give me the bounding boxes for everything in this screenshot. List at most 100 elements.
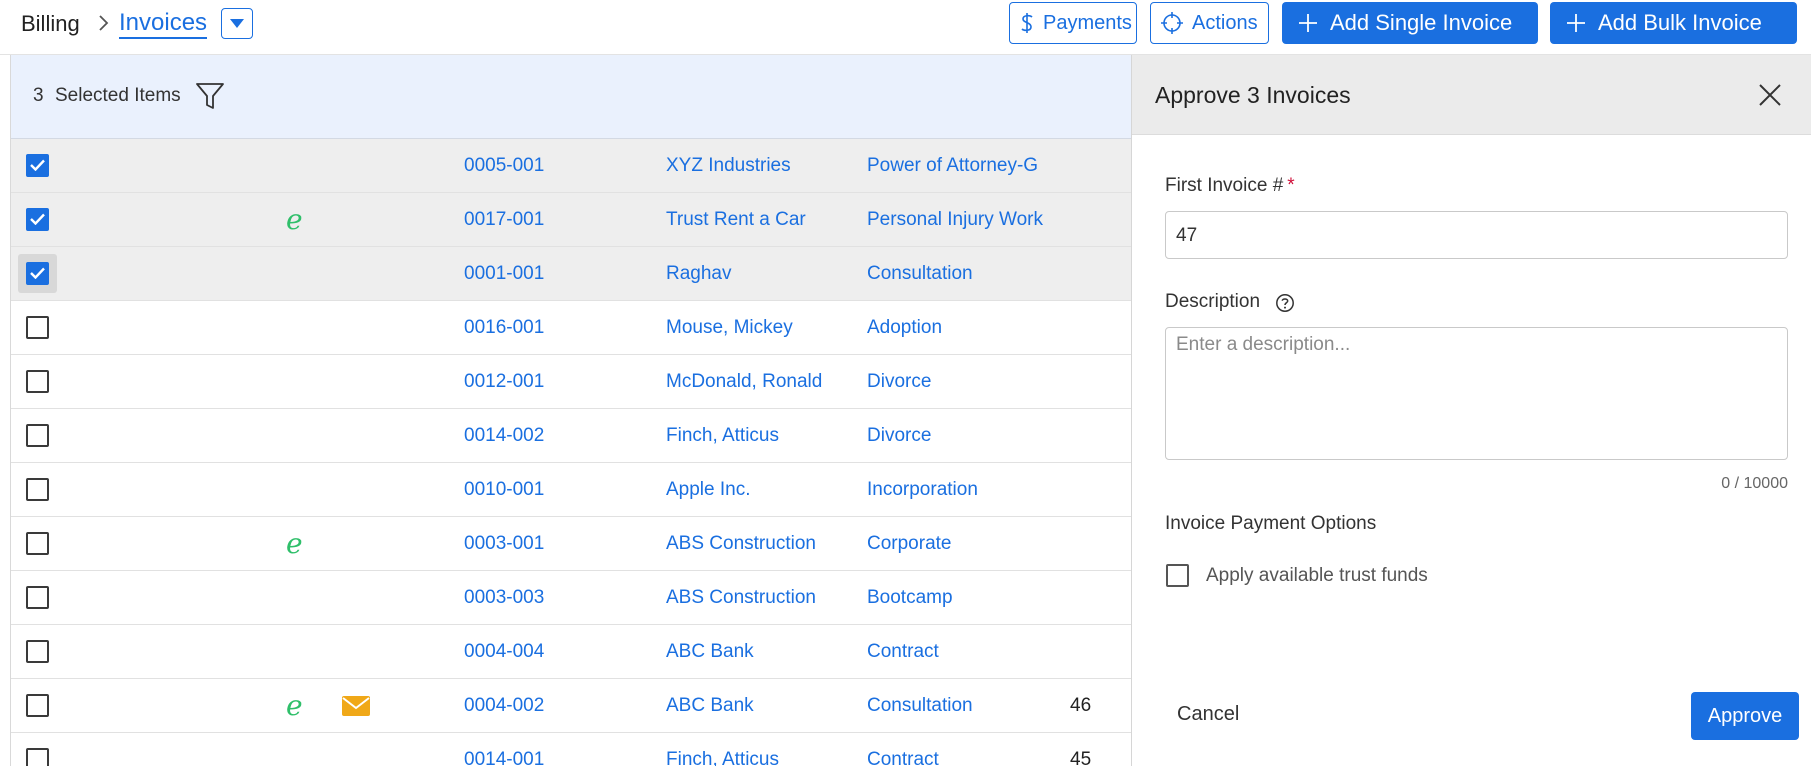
client-name-link[interactable]: Finch, Atticus bbox=[666, 749, 856, 766]
matter-name-link[interactable]: Divorce bbox=[867, 371, 1057, 393]
table-row[interactable]: 0003-003 ABS Construction Bootcamp bbox=[11, 571, 1132, 625]
row-checkbox[interactable] bbox=[26, 694, 49, 717]
matter-name-link[interactable]: Adoption bbox=[867, 317, 1057, 339]
row-checkbox[interactable] bbox=[26, 262, 49, 285]
row-checkbox[interactable] bbox=[26, 586, 49, 609]
table-row[interactable]: 0005-001 XYZ Industries Power of Attorney-… bbox=[11, 139, 1132, 193]
check-icon bbox=[30, 159, 45, 171]
client-name-link[interactable]: Trust Rent a Car bbox=[666, 209, 856, 231]
client-name-link[interactable]: ABC Bank bbox=[666, 695, 856, 717]
first-invoice-input[interactable]: 47 bbox=[1165, 211, 1788, 259]
invoice-number-link[interactable]: 0017-001 bbox=[464, 209, 644, 231]
e-billing-icon: e bbox=[286, 689, 303, 722]
client-name-link[interactable]: Apple Inc. bbox=[666, 479, 856, 501]
invoice-number-link[interactable]: 0004-004 bbox=[464, 641, 644, 663]
matter-name-link[interactable]: Consultation bbox=[867, 263, 1057, 285]
add-bulk-invoice-label: Add Bulk Invoice bbox=[1598, 10, 1762, 35]
matter-name-link[interactable]: Power of Attorney-G bbox=[867, 155, 1057, 177]
cancel-button[interactable]: Cancel bbox=[1177, 703, 1239, 726]
table-row[interactable]: e 0004-002 ABC Bank Consultation 46 bbox=[11, 679, 1132, 733]
filter-icon[interactable] bbox=[195, 81, 225, 111]
plus-icon bbox=[1567, 14, 1585, 32]
client-name-link[interactable]: ABS Construction bbox=[666, 587, 856, 609]
invoice-amount: 45 bbox=[1070, 749, 1092, 766]
payment-options-label: Invoice Payment Options bbox=[1165, 513, 1377, 534]
top-bar: Billing Invoices Payments Actions Add Si… bbox=[0, 0, 1811, 55]
invoice-number-link[interactable]: 0003-001 bbox=[464, 533, 644, 555]
apply-trust-funds-checkbox[interactable] bbox=[1166, 564, 1189, 587]
dollar-icon bbox=[1021, 13, 1033, 33]
required-mark: * bbox=[1287, 175, 1295, 196]
matter-name-link[interactable]: Incorporation bbox=[867, 479, 1057, 501]
row-checkbox[interactable] bbox=[26, 316, 49, 339]
apply-trust-funds-label[interactable]: Apply available trust funds bbox=[1206, 565, 1428, 587]
matter-name-link[interactable]: Divorce bbox=[867, 425, 1057, 447]
row-checkbox[interactable] bbox=[26, 748, 49, 766]
payments-button[interactable]: Payments bbox=[1009, 2, 1137, 44]
table-row[interactable]: 0012-001 McDonald, Ronald Divorce bbox=[11, 355, 1132, 409]
invoice-number-link[interactable]: 0005-001 bbox=[464, 155, 644, 177]
description-textarea[interactable]: Enter a description... bbox=[1165, 327, 1788, 460]
invoice-amount: 46 bbox=[1070, 695, 1092, 716]
table-row[interactable]: e 0003-001 ABS Construction Corporate bbox=[11, 517, 1132, 571]
table-row[interactable]: 0004-004 ABC Bank Contract bbox=[11, 625, 1132, 679]
invoice-rows: 0005-001 XYZ Industries Power of Attorney-… bbox=[11, 139, 1132, 766]
add-single-invoice-label: Add Single Invoice bbox=[1330, 10, 1513, 35]
client-name-link[interactable]: McDonald, Ronald bbox=[666, 371, 856, 393]
client-name-link[interactable]: Finch, Atticus bbox=[666, 425, 856, 447]
table-row[interactable]: 0014-001 Finch, Atticus Contract 45 bbox=[11, 733, 1132, 766]
client-name-link[interactable]: ABS Construction bbox=[666, 533, 856, 555]
actions-label: Actions bbox=[1192, 11, 1258, 34]
client-name-link[interactable]: ABC Bank bbox=[666, 641, 856, 663]
invoice-list: 3 Selected Items 0005-001 XYZ Industries P… bbox=[10, 55, 1132, 766]
panel-header: Approve 3 Invoices bbox=[1132, 55, 1811, 135]
row-checkbox[interactable] bbox=[26, 478, 49, 501]
invoice-number-link[interactable]: 0012-001 bbox=[464, 371, 644, 393]
e-billing-icon: e bbox=[286, 203, 303, 236]
invoice-number-link[interactable]: 0010-001 bbox=[464, 479, 644, 501]
row-checkbox[interactable] bbox=[26, 208, 49, 231]
table-row[interactable]: 0014-002 Finch, Atticus Divorce bbox=[11, 409, 1132, 463]
invoice-number-link[interactable]: 0001-001 bbox=[464, 263, 644, 285]
row-checkbox[interactable] bbox=[26, 154, 49, 177]
add-single-invoice-button[interactable]: Add Single Invoice bbox=[1282, 2, 1538, 44]
matter-name-link[interactable]: Corporate bbox=[867, 533, 1057, 555]
table-row[interactable]: 0010-001 Apple Inc. Incorporation bbox=[11, 463, 1132, 517]
matter-name-link[interactable]: Consultation bbox=[867, 695, 1057, 717]
row-checkbox[interactable] bbox=[26, 532, 49, 555]
chevron-right-icon bbox=[99, 15, 109, 31]
add-bulk-invoice-button[interactable]: Add Bulk Invoice bbox=[1550, 2, 1797, 44]
table-row[interactable]: 0016-001 Mouse, Mickey Adoption bbox=[11, 301, 1132, 355]
breadcrumb-dropdown-button[interactable] bbox=[221, 8, 253, 39]
table-row[interactable]: 0001-001 Raghav Consultation bbox=[11, 247, 1132, 301]
envelope-icon bbox=[342, 696, 370, 721]
client-name-link[interactable]: Mouse, Mickey bbox=[666, 317, 856, 339]
matter-name-link[interactable]: Contract bbox=[867, 641, 1057, 663]
invoice-number-link[interactable]: 0014-002 bbox=[464, 425, 644, 447]
check-icon bbox=[30, 213, 45, 225]
row-checkbox[interactable] bbox=[26, 640, 49, 663]
matter-name-link[interactable]: Personal Injury Work bbox=[867, 209, 1057, 231]
table-row[interactable]: e 0017-001 Trust Rent a Car Personal Injury… bbox=[11, 193, 1132, 247]
client-name-link[interactable]: XYZ Industries bbox=[666, 155, 856, 177]
help-icon[interactable] bbox=[1275, 293, 1295, 313]
actions-button[interactable]: Actions bbox=[1150, 2, 1269, 44]
matter-name-link[interactable]: Bootcamp bbox=[867, 587, 1057, 609]
invoice-number-link[interactable]: 0003-003 bbox=[464, 587, 644, 609]
selected-count: 3 bbox=[33, 85, 44, 106]
breadcrumb-billing[interactable]: Billing bbox=[21, 11, 80, 37]
invoice-number-link[interactable]: 0014-001 bbox=[464, 749, 644, 766]
client-name-link[interactable]: Raghav bbox=[666, 263, 856, 285]
matter-name-link[interactable]: Contract bbox=[867, 749, 1057, 766]
invoice-number-link[interactable]: 0016-001 bbox=[464, 317, 644, 339]
selection-bar: 3 Selected Items bbox=[11, 55, 1132, 139]
invoice-number-link[interactable]: 0004-002 bbox=[464, 695, 644, 717]
approve-button[interactable]: Approve bbox=[1691, 692, 1799, 740]
first-invoice-label: First Invoice # * bbox=[1165, 175, 1295, 197]
close-icon[interactable] bbox=[1757, 82, 1783, 108]
row-checkbox[interactable] bbox=[26, 424, 49, 447]
crosshair-icon bbox=[1161, 12, 1183, 34]
breadcrumb-invoices[interactable]: Invoices bbox=[119, 10, 208, 39]
description-char-counter: 0 / 10000 bbox=[1721, 475, 1788, 492]
row-checkbox[interactable] bbox=[26, 370, 49, 393]
